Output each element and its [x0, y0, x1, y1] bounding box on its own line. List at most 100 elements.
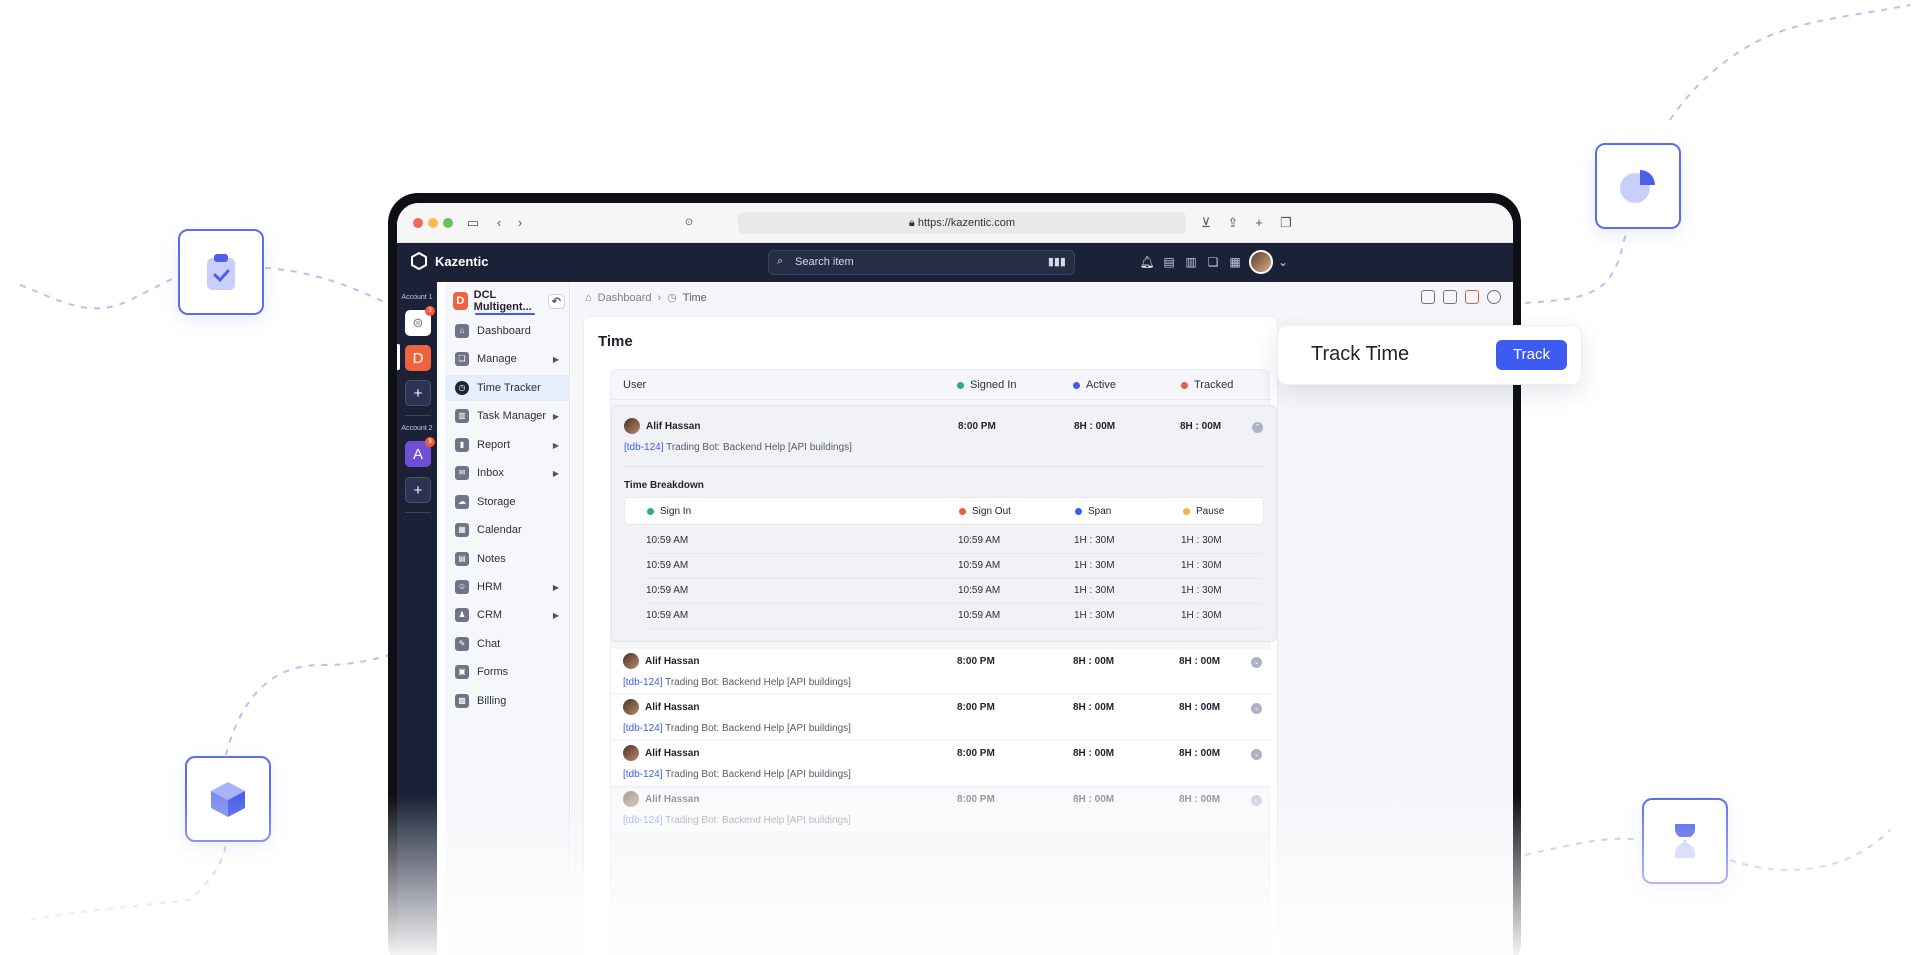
- signed-in-cell: 8:00 PM: [957, 656, 995, 667]
- chevron-up-icon[interactable]: ⌃: [1252, 422, 1263, 433]
- sidebar-item-dashboard[interactable]: ⌂ Dashboard: [445, 318, 569, 344]
- task-check-icon[interactable]: [1443, 290, 1457, 304]
- chevron-down-icon[interactable]: ⌄: [1251, 749, 1262, 760]
- pie-chart-card: [1595, 143, 1681, 229]
- sidebar-item-inbox[interactable]: ✉ Inbox ▶: [445, 460, 569, 486]
- minimize-window-button[interactable]: [428, 218, 438, 228]
- track-button[interactable]: Track: [1496, 340, 1567, 370]
- sign-in-cell: 10:59 AM: [646, 535, 689, 546]
- sidebar-item-label: Forms: [477, 666, 509, 678]
- sidebar-toggle-icon[interactable]: ▭: [463, 213, 483, 233]
- notification-bell-icon[interactable]: 🔔︎: [1139, 254, 1155, 270]
- task-title: Trading Bot: Backend Help [API buildings…: [666, 442, 852, 453]
- stack-icon[interactable]: ❏: [1205, 254, 1221, 270]
- table-row[interactable]: Alif Hassan 8:00 PM 8H : 00M 8H : 00M ⌄ …: [611, 649, 1271, 693]
- account-1-workspace-tile[interactable]: ⊜ 3: [405, 306, 435, 336]
- user-name: Alif Hassan: [645, 747, 700, 759]
- status-dot: [1075, 508, 1082, 515]
- plus-icon: +: [413, 481, 423, 499]
- chevron-down-icon[interactable]: ⌄: [1275, 254, 1291, 270]
- url-text: https://kazentic.com: [917, 217, 1016, 229]
- col-sign-out: Sign Out: [959, 506, 1011, 517]
- download-icon[interactable]: ⊻: [1196, 213, 1216, 233]
- new-tab-icon[interactable]: +: [1249, 213, 1269, 233]
- task-info: [tdb-124] Trading Bot: Backend Help [API…: [623, 677, 851, 688]
- chevron-right-icon: ›: [657, 291, 662, 304]
- apps-grid-icon[interactable]: ▦: [1227, 254, 1243, 270]
- divider: [405, 512, 431, 513]
- sidebar-item-chat[interactable]: ✎ Chat: [445, 631, 569, 657]
- col-tracked: Tracked: [1181, 379, 1233, 391]
- collapse-sidebar-icon[interactable]: ↶: [547, 293, 565, 309]
- account-2-workspace-a[interactable]: A 3: [405, 437, 435, 467]
- col-sign-in-label: Sign In: [660, 506, 692, 517]
- task-id-link[interactable]: [tdb-124]: [623, 723, 662, 734]
- chevron-down-icon[interactable]: ⌄: [1251, 703, 1262, 714]
- chat-alert-icon[interactable]: [1465, 290, 1479, 304]
- expand-arrow-icon: ▶: [552, 354, 559, 364]
- task-id-link[interactable]: [tdb-124]: [623, 769, 662, 780]
- tracked-cell: 8H : 00M: [1179, 702, 1221, 713]
- sidebar-item-task-manager[interactable]: ▥ Task Manager ▶: [445, 403, 569, 429]
- account-rail: Account 1 ⊜ 3 D + Account 2 A 3 +: [397, 282, 437, 955]
- address-bar[interactable]: 🔒︎ https://kazentic.com: [738, 212, 1186, 234]
- clipboard-icon[interactable]: ▥: [1183, 254, 1199, 270]
- sidebar-item-report[interactable]: ▮ Report ▶: [445, 432, 569, 458]
- task-id-link[interactable]: [tdb-124]: [623, 815, 662, 826]
- table-row[interactable]: Alif Hassan 8:00 PM 8H : 00M 8H : 00M ⌄ …: [611, 787, 1271, 831]
- add-workspace-button[interactable]: +: [405, 380, 431, 406]
- breadcrumb-root[interactable]: Dashboard: [598, 292, 652, 304]
- app-logo[interactable]: Kazentic: [411, 252, 488, 270]
- sidebar-item-label: Chat: [477, 638, 501, 650]
- table-row[interactable]: Alif Hassan 8:00 PM 8H : 00M 8H : 00M ⌃: [612, 418, 1272, 438]
- document-icon[interactable]: ▤: [1161, 254, 1177, 270]
- hexagon-logo-icon: [411, 252, 427, 270]
- sidebar-item-time-tracker[interactable]: ◷ Time Tracker: [445, 375, 569, 401]
- search-input[interactable]: ⌕ Search item ▮▮▮: [768, 250, 1075, 275]
- col-active-label: Active: [1086, 379, 1116, 391]
- back-icon[interactable]: ‹: [489, 213, 509, 233]
- clipboard-icon[interactable]: [1421, 290, 1435, 304]
- sidebar-item-manage[interactable]: ❏ Manage ▶: [445, 346, 569, 372]
- task-id-link[interactable]: [tdb-124]: [623, 677, 662, 688]
- user-avatar[interactable]: [1249, 250, 1273, 274]
- hourglass-icon: [1675, 824, 1695, 858]
- sidebar-item-label: Time Tracker: [477, 382, 541, 394]
- sidebar-item-notes[interactable]: ▤ Notes: [445, 546, 569, 572]
- chevron-down-icon[interactable]: ⌄: [1251, 657, 1262, 668]
- hrm-icon: ☺: [455, 580, 469, 594]
- workspace-switcher[interactable]: D DCL Multigent... ↶: [453, 289, 565, 313]
- share-icon[interactable]: ⇪: [1223, 213, 1243, 233]
- task-id-link[interactable]: [tdb-124]: [624, 442, 663, 453]
- sidebar-item-label: CRM: [477, 609, 503, 621]
- expand-arrow-icon: ▶: [552, 440, 559, 450]
- expanded-row: Alif Hassan 8:00 PM 8H : 00M 8H : 00M ⌃ …: [611, 405, 1277, 642]
- sidebar-item-storage[interactable]: ☁ Storage: [445, 489, 569, 515]
- account-1-workspace-d[interactable]: D: [405, 345, 431, 371]
- maximize-window-button[interactable]: [443, 218, 453, 228]
- notification-badge: 3: [425, 306, 435, 316]
- add-workspace-button-2[interactable]: +: [405, 477, 431, 503]
- voice-search-icon[interactable]: ▮▮▮: [1048, 255, 1066, 268]
- app-window: ▭ ‹ › ⊙ 🔒︎ https://kazentic.com ⊻ ⇪ + ❐ …: [397, 203, 1513, 955]
- close-window-button[interactable]: [413, 218, 423, 228]
- sidebar-item-calendar[interactable]: ▦ Calendar: [445, 517, 569, 543]
- cube-card: [185, 756, 271, 842]
- table-row[interactable]: Alif Hassan 8:00 PM 8H : 00M 8H : 00M ⌄ …: [611, 695, 1271, 739]
- settings-gear-icon[interactable]: [1487, 290, 1501, 304]
- sidebar-item-crm[interactable]: ♟ CRM ▶: [445, 602, 569, 628]
- sidebar-item-forms[interactable]: ▣ Forms: [445, 659, 569, 685]
- tracked-cell: 8H : 00M: [1179, 748, 1221, 759]
- chevron-down-icon[interactable]: ⌄: [1251, 795, 1262, 806]
- tabs-overview-icon[interactable]: ❐: [1276, 213, 1296, 233]
- sidebar-item-billing[interactable]: ▩ Billing: [445, 688, 569, 714]
- forward-icon[interactable]: ›: [510, 213, 530, 233]
- sign-out-cell: 10:59 AM: [958, 560, 1001, 571]
- sidebar-item-label: Inbox: [477, 467, 504, 479]
- sidebar-item-hrm[interactable]: ☺ HRM ▶: [445, 574, 569, 600]
- user-cell: Alif Hassan: [623, 745, 699, 761]
- workspace-a-initial: A: [412, 445, 423, 463]
- breakdown-header: Sign In Sign Out Span Pause: [624, 497, 1264, 525]
- plus-icon: +: [413, 384, 423, 402]
- table-row[interactable]: Alif Hassan 8:00 PM 8H : 00M 8H : 00M ⌄ …: [611, 741, 1271, 785]
